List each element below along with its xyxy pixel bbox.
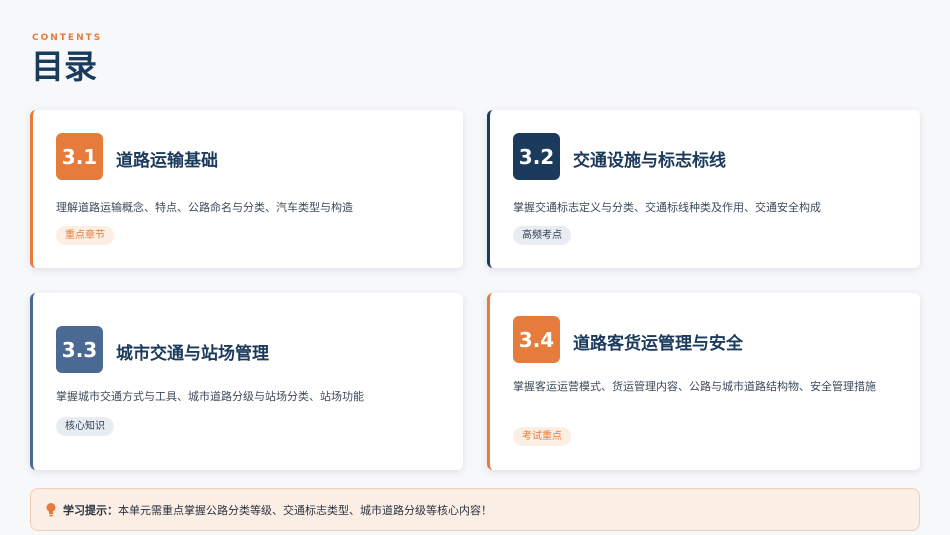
section-card-3-2[interactable]: 3.2 交通设施与标志标线 掌握交通标志定义与分类、交通标线种类及作用、交通安全… — [487, 110, 920, 268]
section-title: 道路运输基础 — [116, 151, 218, 171]
page-title: 目录 — [31, 47, 97, 86]
section-description: 掌握客运运营模式、货运管理内容、公路与城市道路结构物、安全管理措施 — [513, 380, 876, 393]
section-card-3-1[interactable]: 3.1 道路运输基础 理解道路运输概念、特点、公路命名与分类、汽车类型与构造 重… — [30, 110, 463, 268]
section-tag: 核心知识 — [56, 417, 114, 436]
section-title: 城市交通与站场管理 — [116, 344, 269, 364]
section-number-badge: 3.3 — [56, 326, 103, 373]
section-number-badge: 3.2 — [513, 133, 560, 180]
section-number-badge: 3.1 — [56, 133, 103, 180]
section-description: 掌握交通标志定义与分类、交通标线种类及作用、交通安全构成 — [513, 201, 821, 214]
lightbulb-icon — [46, 502, 56, 516]
section-tag: 考试重点 — [513, 427, 571, 446]
section-description: 理解道路运输概念、特点、公路命名与分类、汽车类型与构造 — [56, 201, 353, 214]
section-card-3-3[interactable]: 3.3 城市交通与站场管理 掌握城市交通方式与工具、城市道路分级与站场分类、站场… — [30, 293, 463, 470]
section-tag: 重点章节 — [56, 226, 114, 245]
tip-text: 本单元需重点掌握公路分类等级、交通标志类型、城市道路分级等核心内容！ — [118, 503, 492, 517]
section-title: 道路客货运管理与安全 — [573, 334, 743, 354]
section-title: 交通设施与标志标线 — [573, 151, 726, 171]
section-tag: 高频考点 — [513, 226, 571, 245]
section-description: 掌握城市交通方式与工具、城市道路分级与站场分类、站场功能 — [56, 390, 364, 403]
section-card-3-4[interactable]: 3.4 道路客货运管理与安全 掌握客运运营模式、货运管理内容、公路与城市道路结构… — [487, 293, 920, 470]
eyebrow-label: CONTENTS — [32, 33, 103, 43]
section-number-badge: 3.4 — [513, 316, 560, 363]
tip-label: 学习提示： — [63, 503, 118, 517]
study-tip-bar: 学习提示： 本单元需重点掌握公路分类等级、交通标志类型、城市道路分级等核心内容！ — [30, 488, 920, 531]
